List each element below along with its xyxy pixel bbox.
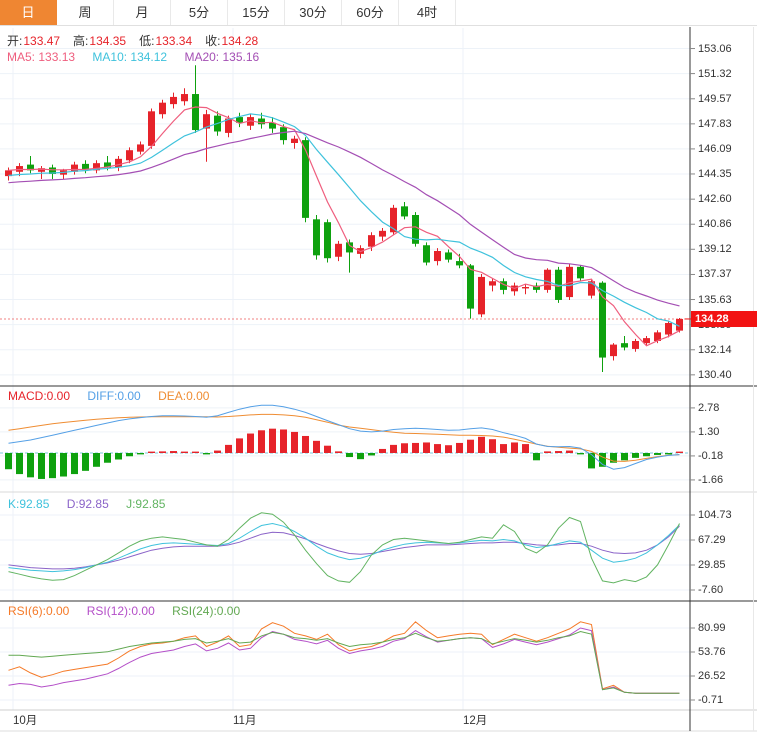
price-axis-label: 135.63: [698, 293, 732, 307]
price-axis-label: 149.57: [698, 92, 732, 106]
rsi-axis-label: 80.99: [698, 621, 726, 635]
macd-readout: MACD:0.00 DIFF:0.00 DEA:0.00: [8, 389, 223, 403]
rsi24-value: RSI(24):0.00: [172, 604, 240, 618]
high-value: 134.35: [89, 34, 126, 48]
tab-周[interactable]: 周: [57, 0, 114, 25]
k-value: K:92.85: [8, 497, 49, 511]
ma10-value: MA10: 134.12: [92, 50, 167, 64]
macd-axis-label: -1.66: [698, 473, 723, 487]
ma20-value: MA20: 135.16: [184, 50, 259, 64]
price-axis-label: 146.09: [698, 142, 732, 156]
diff-value: DIFF:0.00: [87, 389, 140, 403]
current-price-tag: 134.28: [691, 311, 757, 327]
price-axis-label: 151.32: [698, 67, 732, 81]
kdj-readout: K:92.85 D:92.85 J:92.85: [8, 497, 179, 511]
price-axis-label: 139.12: [698, 242, 732, 256]
tab-30分[interactable]: 30分: [285, 0, 342, 25]
price-axis-label: 147.83: [698, 117, 732, 131]
macd-value: MACD:0.00: [8, 389, 70, 403]
close-label: 收:: [205, 34, 220, 48]
rsi-axis-label: 53.76: [698, 645, 726, 659]
low-label: 低:: [139, 34, 154, 48]
low-value: 133.34: [155, 34, 192, 48]
price-axis-label: 132.14: [698, 343, 732, 357]
price-axis-label: 153.06: [698, 42, 732, 56]
ohlc-readout: 开:133.47 高:134.35 低:133.34 收:134.28: [7, 32, 271, 49]
tab-月[interactable]: 月: [114, 0, 171, 25]
high-label: 高:: [73, 34, 88, 48]
x-axis-label: 11月: [233, 714, 256, 728]
kdj-axis-label: 29.85: [698, 558, 726, 572]
d-value: D:92.85: [67, 497, 109, 511]
macd-axis-label: -0.18: [698, 449, 723, 463]
price-axis-label: 140.86: [698, 217, 732, 231]
ma5-value: MA5: 133.13: [7, 50, 75, 64]
kdj-axis-label: 67.29: [698, 533, 726, 547]
rsi-readout: RSI(6):0.00 RSI(12):0.00 RSI(24):0.00: [8, 604, 254, 618]
j-value: J:92.85: [126, 497, 165, 511]
close-value: 134.28: [221, 34, 258, 48]
ma-readout: MA5: 133.13 MA10: 134.12 MA20: 135.16: [7, 50, 273, 64]
x-axis-label: 10月: [13, 714, 37, 728]
dea-value: DEA:0.00: [158, 389, 209, 403]
tab-5分[interactable]: 5分: [171, 0, 228, 25]
open-label: 开:: [7, 34, 22, 48]
price-axis-label: 137.37: [698, 267, 732, 281]
rsi12-value: RSI(12):0.00: [87, 604, 155, 618]
open-value: 133.47: [23, 34, 60, 48]
kdj-axis-label: -7.60: [698, 583, 723, 597]
tab-日[interactable]: 日: [0, 0, 57, 25]
stock-chart-app: 日周月5分15分30分60分4时 开:133.47 高:134.35 低:133.3…: [0, 0, 757, 741]
rsi6-value: RSI(6):0.00: [8, 604, 69, 618]
price-axis-label: 144.35: [698, 167, 732, 181]
tab-15分[interactable]: 15分: [228, 0, 285, 25]
macd-axis-label: 2.78: [698, 401, 719, 415]
price-axis-label: 142.60: [698, 192, 732, 206]
price-axis-label: 130.40: [698, 368, 732, 382]
tab-4时[interactable]: 4时: [399, 0, 456, 25]
macd-axis-label: 1.30: [698, 425, 719, 439]
tab-60分[interactable]: 60分: [342, 0, 399, 25]
x-axis-label: 12月: [463, 714, 487, 728]
rsi-axis-label: -0.71: [698, 693, 723, 707]
timeframe-tabbar: 日周月5分15分30分60分4时: [0, 0, 757, 26]
kdj-axis-label: 104.73: [698, 508, 732, 522]
chart-canvas[interactable]: [0, 0, 757, 741]
rsi-axis-label: 26.52: [698, 669, 726, 683]
